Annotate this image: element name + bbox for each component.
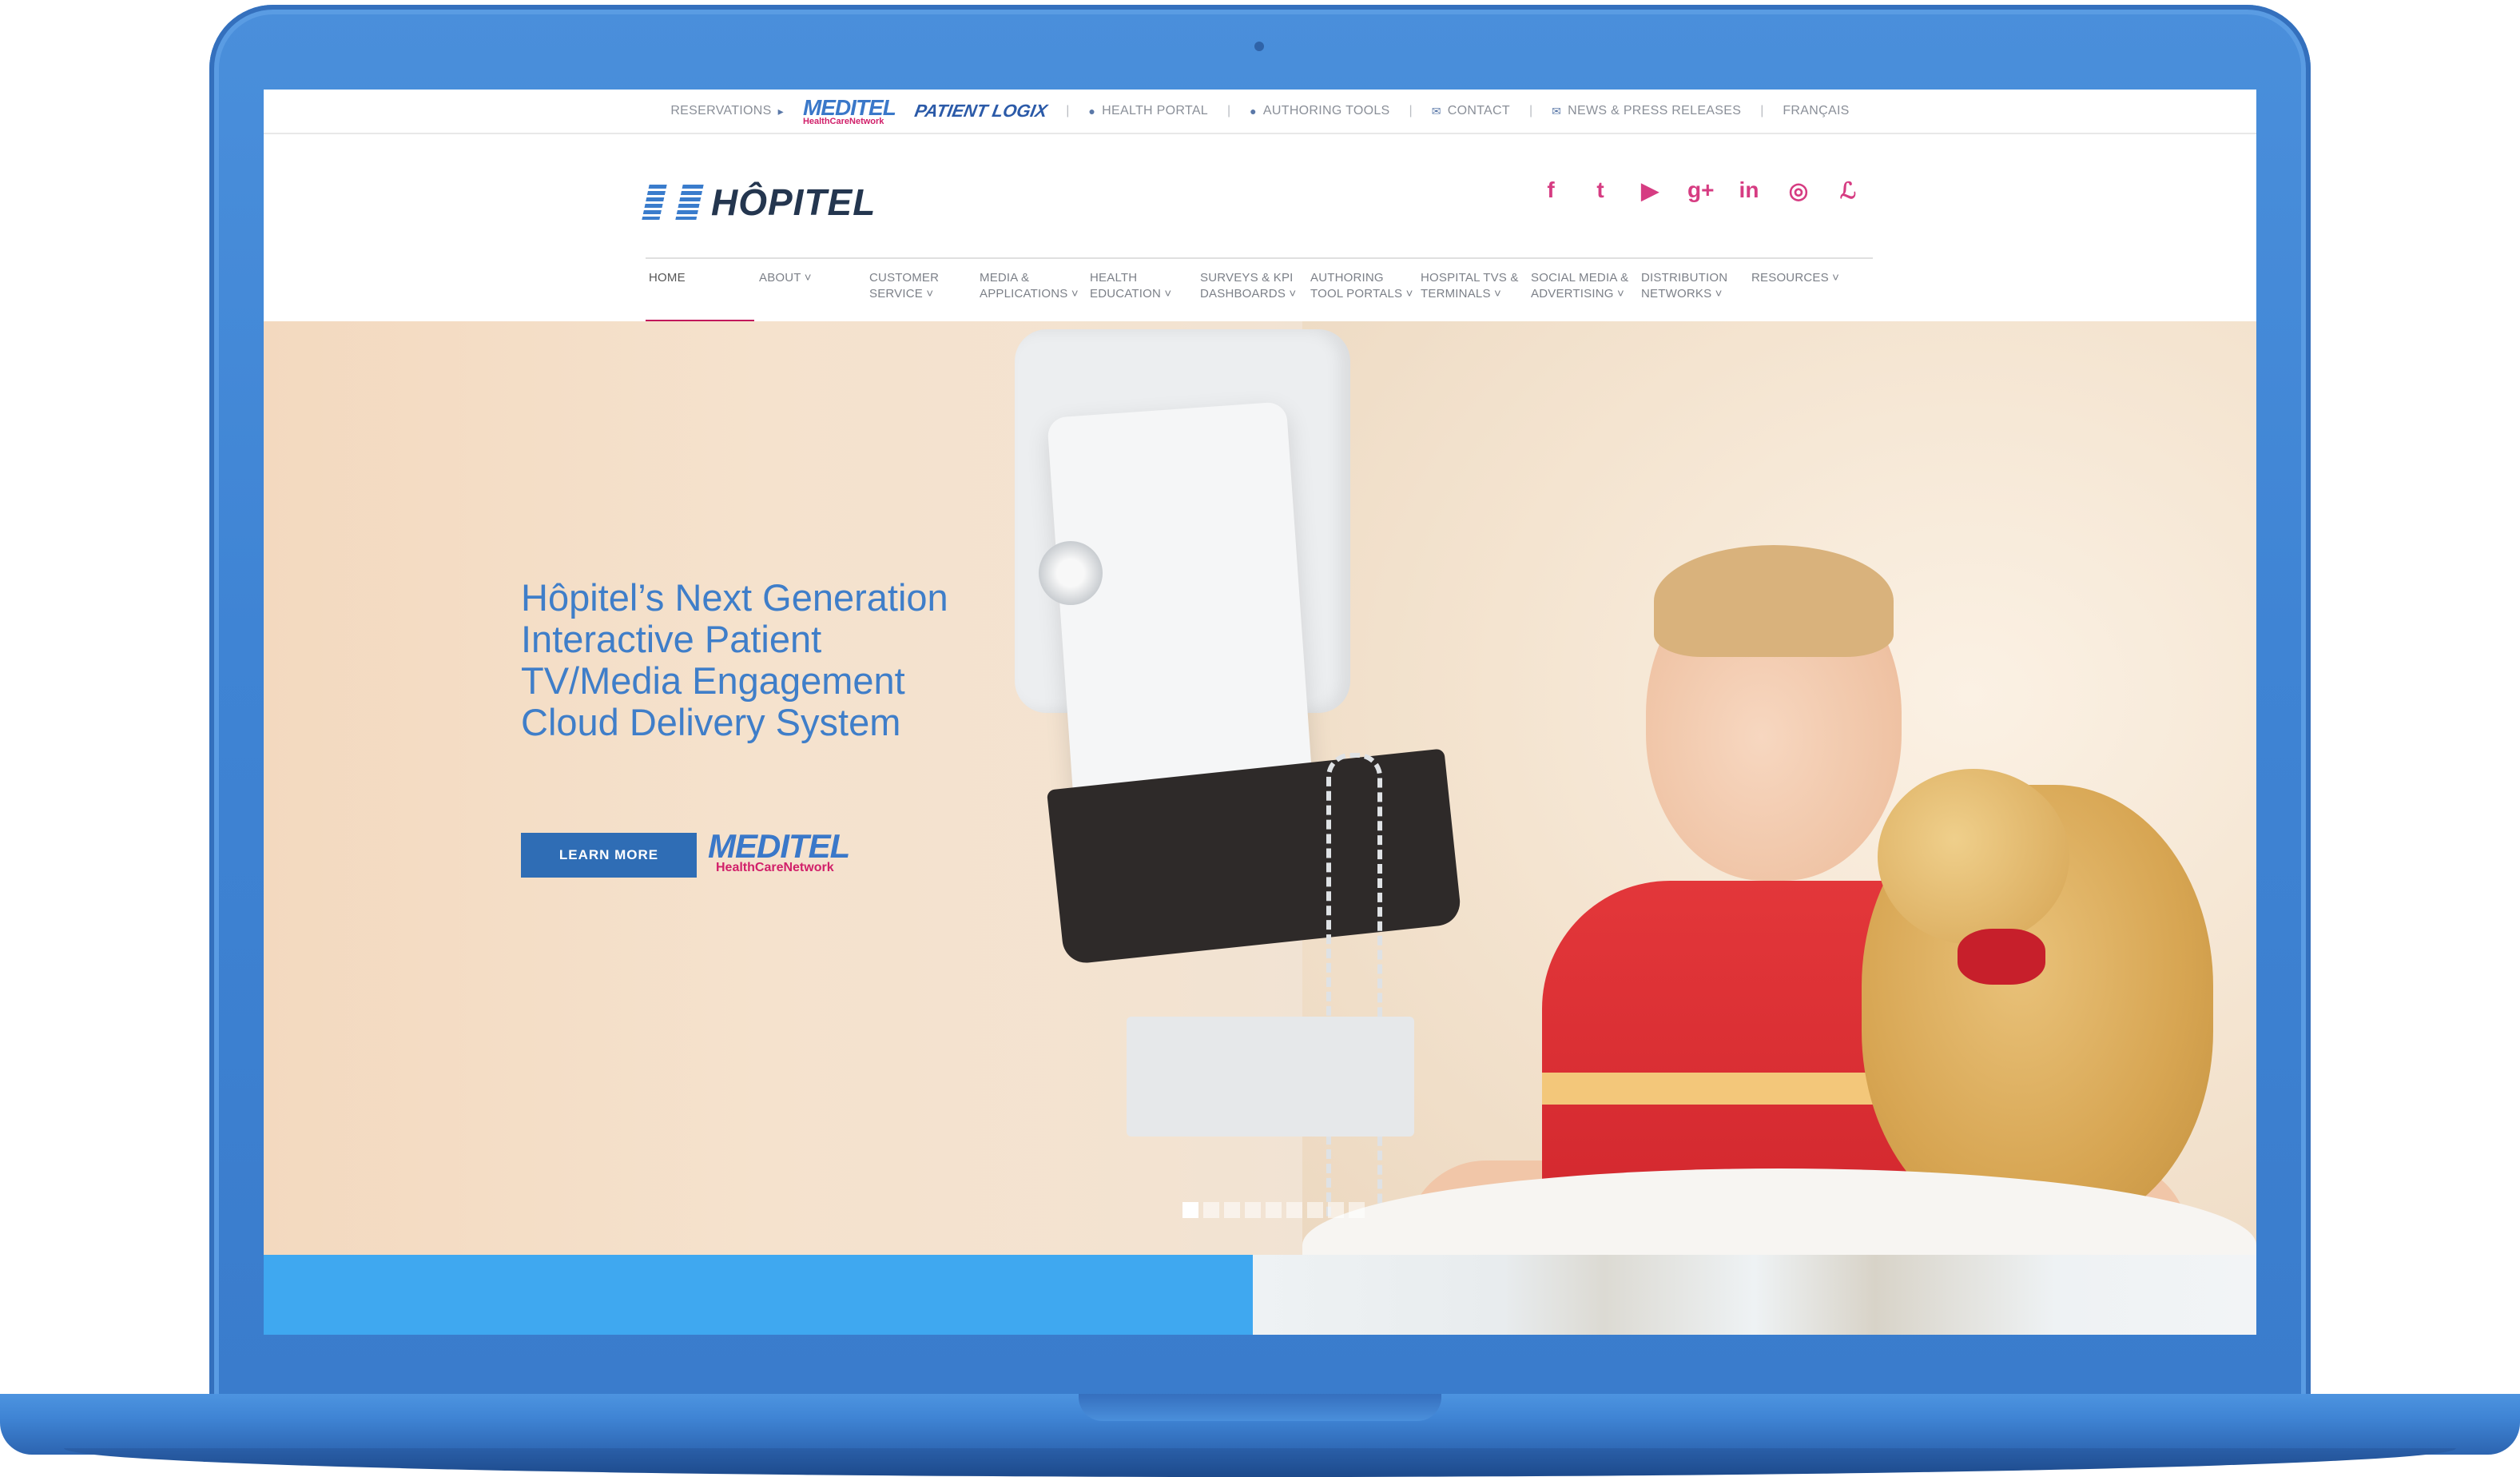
google-plus-icon[interactable]: g+: [1687, 177, 1714, 204]
nav-item-health-education[interactable]: HEALTH EDUCATION ˅: [1087, 259, 1197, 323]
feature-strip-blue: [264, 1255, 1253, 1335]
nav-item-authoring-tool-portals[interactable]: AUTHORING TOOL PORTALS ˅: [1307, 259, 1417, 323]
learn-more-button[interactable]: LEARN MORE: [521, 833, 697, 878]
social-links: f t ▶ g+ in ◎ ℒ: [1539, 177, 1860, 204]
separator: |: [1409, 104, 1413, 117]
slider-dot[interactable]: [1328, 1202, 1344, 1218]
caret-right-icon: ▸: [777, 104, 784, 117]
slider-dot[interactable]: [1203, 1202, 1219, 1218]
slider-dot[interactable]: [1307, 1202, 1323, 1218]
utility-bar: RESERVATIONS ▸ MEDITEL HealthCareNetwork…: [264, 90, 2256, 134]
meditel-logo-sub: HealthCareNetwork: [802, 116, 884, 126]
reservations-label: RESERVATIONS: [670, 104, 772, 117]
chat-icon: ✉: [1552, 104, 1562, 117]
nav-item-distribution-networks[interactable]: DISTRIBUTION NETWORKS ˅: [1638, 259, 1748, 323]
separator: |: [1227, 104, 1231, 117]
slider-pagination: [1182, 1202, 1365, 1218]
hopitel-logo-icon: [642, 185, 704, 220]
separator: |: [1528, 104, 1533, 117]
hero-meditel-name: MEDITEL: [708, 827, 850, 865]
contact-label: CONTACT: [1447, 104, 1510, 117]
nav-item-social-media[interactable]: SOCIAL MEDIA & ADVERTISING ˅: [1528, 259, 1638, 323]
teddy-bear-bow: [1958, 929, 2045, 985]
youtube-icon[interactable]: ▶: [1638, 177, 1662, 204]
twitter-icon[interactable]: t: [1588, 177, 1612, 204]
health-portal-label: HEALTH PORTAL: [1102, 104, 1208, 117]
hopitel-logo-text: HÔPITEL: [711, 181, 876, 223]
hero-meditel-sub: HealthCareNetwork: [716, 861, 834, 874]
meditel-logo-name: MEDITEL: [802, 94, 896, 120]
browser-screen: RESERVATIONS ▸ MEDITEL HealthCareNetwork…: [264, 90, 2256, 1335]
teddy-bear-head: [1878, 769, 2069, 945]
laptop-base-shadow: [64, 1448, 2456, 1477]
slider-dot[interactable]: [1224, 1202, 1240, 1218]
nav-item-surveys-kpi[interactable]: SURVEYS & KPI DASHBOARDS ˅: [1197, 259, 1307, 323]
slider-dot[interactable]: [1266, 1202, 1282, 1218]
hero-slider: Hôpitel’s Next Generation Interactive Pa…: [264, 321, 2256, 1255]
laptop-notch: [1079, 1394, 1441, 1421]
terminal-knob: [1039, 541, 1103, 605]
other-social-icon[interactable]: ℒ: [1836, 177, 1860, 204]
user-icon: ●: [1088, 105, 1096, 117]
webcam: [1254, 42, 1264, 51]
reservations-link[interactable]: RESERVATIONS ▸: [670, 104, 784, 118]
authoring-tools-label: AUTHORING TOOLS: [1262, 104, 1390, 117]
slider-dot[interactable]: [1349, 1202, 1365, 1218]
language-link[interactable]: FRANÇAIS: [1783, 104, 1849, 118]
child-hair: [1654, 545, 1894, 657]
feature-strip-photo: [1253, 1255, 2256, 1335]
instagram-icon[interactable]: ◎: [1787, 177, 1811, 204]
main-nav: HOME ABOUT ˅ CUSTOMER SERVICE ˅ MEDIA & …: [646, 257, 1873, 323]
news-link[interactable]: ✉ NEWS & PRESS RELEASES: [1552, 104, 1741, 118]
contact-link[interactable]: ✉ CONTACT: [1432, 104, 1510, 118]
patientlogix-logo-link[interactable]: PATIENT LOGIX: [913, 101, 1049, 121]
nav-item-home[interactable]: HOME: [646, 259, 756, 323]
slider-dot[interactable]: [1182, 1202, 1198, 1218]
laptop-mockup: RESERVATIONS ▸ MEDITEL HealthCareNetwork…: [0, 0, 2520, 1477]
nav-item-customer-service[interactable]: CUSTOMER SERVICE ˅: [866, 259, 976, 323]
wall-socket: [1127, 1017, 1414, 1137]
slider-dot[interactable]: [1286, 1202, 1302, 1218]
separator: |: [1760, 104, 1764, 117]
separator: |: [1066, 104, 1070, 117]
health-portal-link[interactable]: ● HEALTH PORTAL: [1088, 104, 1208, 118]
linkedin-icon[interactable]: in: [1737, 177, 1761, 204]
facebook-icon[interactable]: f: [1539, 177, 1563, 204]
hopitel-logo[interactable]: HÔPITEL: [642, 181, 876, 224]
envelope-icon: ✉: [1431, 104, 1441, 117]
nav-item-hospital-tvs[interactable]: HOSPITAL TVS & TERMINALS ˅: [1417, 259, 1528, 323]
news-label: NEWS & PRESS RELEASES: [1568, 104, 1742, 117]
hero-meditel-logo[interactable]: MEDITEL HealthCareNetwork: [708, 827, 850, 874]
slider-dot[interactable]: [1245, 1202, 1261, 1218]
nav-item-media-applications[interactable]: MEDIA & APPLICATIONS ˅: [976, 259, 1087, 323]
handset-cord: [1326, 753, 1382, 1248]
hero-headline: Hôpitel’s Next Generation Interactive Pa…: [521, 576, 948, 743]
site-header: HÔPITEL f t ▶ g+ in ◎ ℒ: [264, 136, 2256, 256]
user-icon: ●: [1250, 105, 1257, 117]
nav-item-about[interactable]: ABOUT ˅: [756, 259, 866, 323]
authoring-tools-link[interactable]: ● AUTHORING TOOLS: [1250, 104, 1389, 118]
meditel-logo-link[interactable]: MEDITEL HealthCareNetwork: [802, 94, 896, 126]
nav-item-resources[interactable]: RESOURCES ˅: [1748, 259, 1858, 323]
